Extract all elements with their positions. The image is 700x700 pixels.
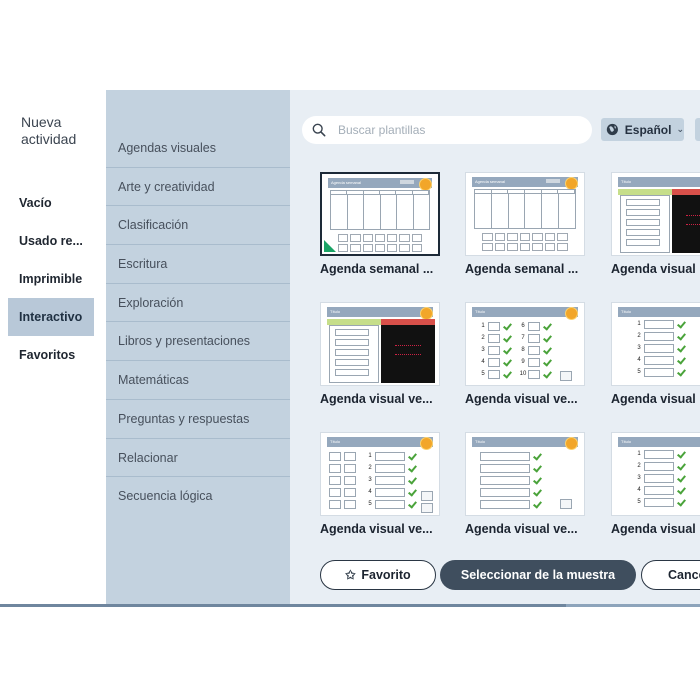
template-card[interactable]: Título 1 2 3 4 5 6 7 8 9 10 Agenda visua…	[465, 302, 585, 406]
thumb-header: Título	[618, 437, 700, 447]
template-card[interactable]: Título Agenda visual	[611, 172, 700, 276]
globe-icon	[606, 123, 618, 136]
category-list: Agendas visuales Arte y creatividad Clas…	[106, 90, 290, 606]
category-exploracion[interactable]: Exploración	[106, 284, 290, 323]
template-label: Agenda visual ve...	[465, 522, 578, 536]
thumb-check-list	[480, 451, 542, 509]
category-preguntas-respuestas[interactable]: Preguntas y respuestas	[106, 400, 290, 439]
nav-item-interactivo[interactable]: Interactivo	[8, 298, 94, 336]
language-label: Español	[624, 122, 672, 137]
category-matematicas[interactable]: Matemáticas	[106, 361, 290, 400]
search-icon	[312, 123, 326, 137]
template-thumbnail[interactable]: Título 1 2 3 4 5 6 7 8 9 10	[465, 302, 585, 386]
template-label: Agenda visual ve...	[465, 392, 578, 406]
thumb-header: Título	[618, 177, 700, 187]
template-thumbnail[interactable]: Título 1 2 3 4 5	[611, 432, 700, 516]
template-card[interactable]: Título 1 2 3 4 5 Agenda visual	[611, 432, 700, 536]
template-label: Agenda visual	[611, 522, 696, 536]
template-thumbnail[interactable]: Agenda semanal	[465, 172, 585, 256]
thumb-slots	[482, 233, 569, 241]
thumb-header: Título	[327, 437, 433, 447]
thumb-rows	[626, 199, 660, 246]
template-label: Agenda visual	[611, 262, 696, 276]
template-label: Agenda semanal ...	[465, 262, 579, 276]
thumb-mini-icon	[421, 491, 433, 501]
template-label: Agenda visual ve...	[320, 522, 433, 536]
select-sample-button[interactable]: Seleccionar de la muestra	[440, 560, 636, 590]
template-card[interactable]: Título Agenda visual ve...	[320, 302, 440, 406]
thumb-columns	[330, 194, 430, 230]
thumb-check-list: 1 2 3 4 5	[634, 449, 686, 507]
template-card[interactable]: Título Agenda visual ve...	[465, 432, 585, 536]
category-arte-creatividad[interactable]: Arte y creatividad	[106, 168, 290, 207]
nav-item-imprimible[interactable]: Imprimible	[8, 260, 94, 298]
template-card[interactable]: Título 1 2 3 4 5 Agenda visual ve...	[320, 432, 440, 536]
nav-item-favoritos[interactable]: Favoritos	[8, 336, 94, 374]
thumb-slots	[482, 243, 569, 251]
chevron-down-icon: ⌄	[676, 124, 684, 134]
new-activity-dialog: Nueva actividad Vacío Usado re... Imprim…	[0, 0, 700, 700]
template-thumbnail[interactable]: Título 1 2 3 4 5	[611, 302, 700, 386]
category-libros-presentaciones[interactable]: Libros y presentaciones	[106, 322, 290, 362]
nav-item-vacio[interactable]: Vacío	[8, 184, 94, 222]
template-thumbnail[interactable]: Agenda semanal	[320, 172, 440, 256]
coin-badge-icon	[565, 437, 578, 450]
nav-list: Vacío Usado re... Imprimible Interactivo…	[8, 184, 94, 374]
thumb-grid-boxes	[329, 451, 359, 509]
bottom-scrollbar-thumb[interactable]	[0, 604, 566, 607]
coin-badge-icon	[565, 307, 578, 320]
logo-icon	[400, 180, 414, 184]
template-label: Agenda semanal ...	[320, 262, 434, 276]
thumb-check-list: 6 7 8 9 10	[518, 321, 552, 379]
thumb-header: Agenda semanal	[328, 178, 432, 188]
thumb-header: Título	[618, 307, 700, 317]
thumb-header: Título	[327, 307, 433, 317]
thumb-dark-panel	[672, 195, 700, 253]
template-label: Agenda visual	[611, 392, 696, 406]
template-label: Agenda visual ve...	[320, 392, 433, 406]
thumb-check-list: 1 2 3 4 5	[365, 451, 417, 509]
thumb-rows	[335, 329, 369, 376]
language-selector[interactable]: Español ⌄	[601, 118, 684, 141]
thumb-slots	[338, 234, 422, 242]
left-nav: Nueva actividad Vacío Usado re... Imprim…	[0, 90, 106, 606]
thumb-check-list: 1 2 3 4 5	[478, 321, 512, 379]
thumb-header: Título	[472, 307, 578, 317]
template-thumbnail[interactable]: Título 1 2 3 4 5	[320, 432, 440, 516]
template-browser: Español ⌄ Agenda semanal Agenda semanal …	[290, 90, 700, 606]
cancel-button[interactable]: Cancelar	[641, 560, 700, 590]
coin-badge-icon	[420, 437, 433, 450]
dialog-title: Nueva actividad	[21, 114, 77, 147]
template-thumbnail[interactable]: Título	[465, 432, 585, 516]
template-thumbnail[interactable]: Título	[611, 172, 700, 256]
selected-corner-icon	[324, 240, 336, 252]
thumb-header: Agenda semanal	[472, 177, 578, 187]
template-card[interactable]: Agenda semanal Agenda semanal ...	[465, 172, 585, 276]
toolbar-extra-button[interactable]	[695, 118, 700, 141]
thumb-check-list: 1 2 3 4 5	[634, 319, 686, 377]
thumb-mini-icon	[560, 499, 572, 509]
search-input[interactable]	[338, 123, 578, 137]
thumb-dark-panel	[381, 325, 435, 383]
favorite-button[interactable]: ✩ Favorito	[320, 560, 436, 590]
star-icon: ✩	[345, 568, 356, 582]
nav-item-usado-recientemente[interactable]: Usado re...	[8, 222, 94, 260]
thumb-mini-icon	[560, 371, 572, 381]
logo-icon	[546, 179, 560, 183]
category-escritura[interactable]: Escritura	[106, 245, 290, 284]
category-relacionar[interactable]: Relacionar	[106, 439, 290, 478]
search-box[interactable]	[302, 116, 592, 144]
template-card[interactable]: Título 1 2 3 4 5 Agenda visual	[611, 302, 700, 406]
thumb-columns	[474, 193, 576, 229]
category-secuencia-logica[interactable]: Secuencia lógica	[106, 477, 290, 516]
favorite-button-label: Favorito	[361, 568, 411, 582]
template-thumbnail[interactable]: Título	[320, 302, 440, 386]
template-card[interactable]: Agenda semanal Agenda semanal ...	[320, 172, 440, 276]
category-agendas-visuales[interactable]: Agendas visuales	[106, 129, 290, 168]
thumb-slots	[338, 244, 422, 252]
thumb-header: Título	[472, 437, 578, 447]
thumb-mini-icon	[421, 503, 433, 513]
category-clasificacion[interactable]: Clasificación	[106, 206, 290, 246]
